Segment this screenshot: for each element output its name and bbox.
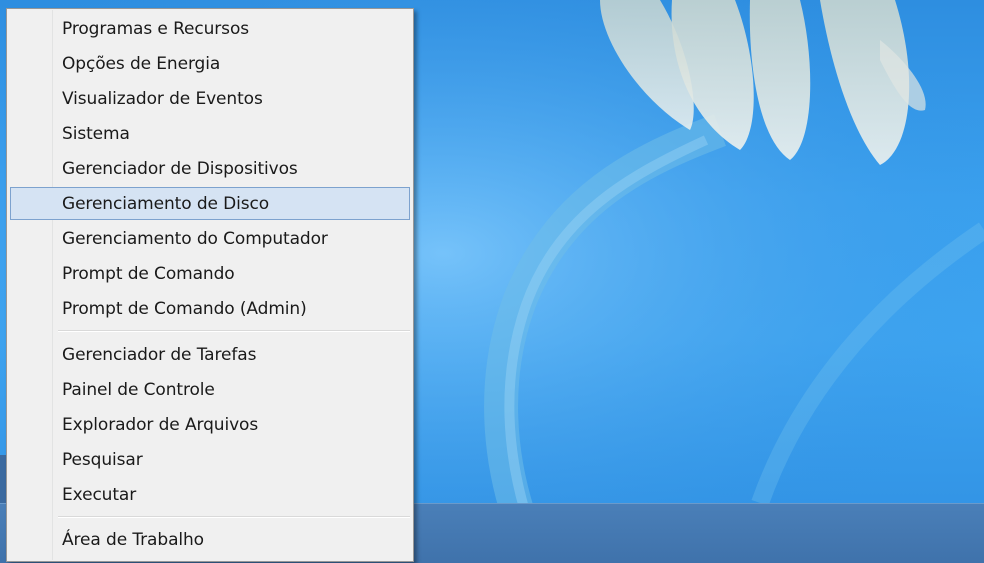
menu-item-command-prompt-admin[interactable]: Prompt de Comando (Admin) bbox=[10, 292, 410, 325]
menu-item-run[interactable]: Executar bbox=[10, 478, 410, 511]
menu-item-desktop[interactable]: Área de Trabalho bbox=[10, 523, 410, 556]
menu-item-system[interactable]: Sistema bbox=[10, 117, 410, 150]
menu-separator bbox=[58, 516, 410, 518]
menu-item-label: Explorador de Arquivos bbox=[62, 415, 259, 435]
menu-item-label: Gerenciamento do Computador bbox=[62, 229, 328, 249]
menu-item-programs-features[interactable]: Programas e Recursos bbox=[10, 12, 410, 45]
menu-item-label: Sistema bbox=[62, 124, 130, 144]
menu-item-label: Prompt de Comando bbox=[62, 264, 235, 284]
quick-link-context-menu: Programas e Recursos Opções de Energia V… bbox=[6, 8, 414, 562]
menu-item-label: Painel de Controle bbox=[62, 380, 215, 400]
menu-item-label: Programas e Recursos bbox=[62, 19, 250, 39]
menu-item-label: Gerenciamento de Disco bbox=[62, 194, 270, 214]
menu-item-disk-management[interactable]: Gerenciamento de Disco bbox=[10, 187, 410, 220]
menu-item-label: Gerenciador de Tarefas bbox=[62, 345, 257, 365]
menu-item-label: Gerenciador de Dispositivos bbox=[62, 159, 298, 179]
menu-item-computer-management[interactable]: Gerenciamento do Computador bbox=[10, 222, 410, 255]
menu-item-task-manager[interactable]: Gerenciador de Tarefas bbox=[10, 338, 410, 371]
menu-item-search[interactable]: Pesquisar bbox=[10, 443, 410, 476]
menu-separator bbox=[58, 330, 410, 332]
menu-item-power-options[interactable]: Opções de Energia bbox=[10, 47, 410, 80]
menu-item-label: Pesquisar bbox=[62, 450, 143, 470]
menu-item-file-explorer[interactable]: Explorador de Arquivos bbox=[10, 408, 410, 441]
menu-item-label: Opções de Energia bbox=[62, 54, 221, 74]
menu-item-label: Executar bbox=[62, 485, 137, 505]
menu-item-label: Prompt de Comando (Admin) bbox=[62, 299, 307, 319]
menu-item-label: Área de Trabalho bbox=[62, 530, 204, 550]
menu-item-device-manager[interactable]: Gerenciador de Dispositivos bbox=[10, 152, 410, 185]
menu-item-command-prompt[interactable]: Prompt de Comando bbox=[10, 257, 410, 290]
menu-item-control-panel[interactable]: Painel de Controle bbox=[10, 373, 410, 406]
menu-item-label: Visualizador de Eventos bbox=[62, 89, 263, 109]
menu-item-event-viewer[interactable]: Visualizador de Eventos bbox=[10, 82, 410, 115]
